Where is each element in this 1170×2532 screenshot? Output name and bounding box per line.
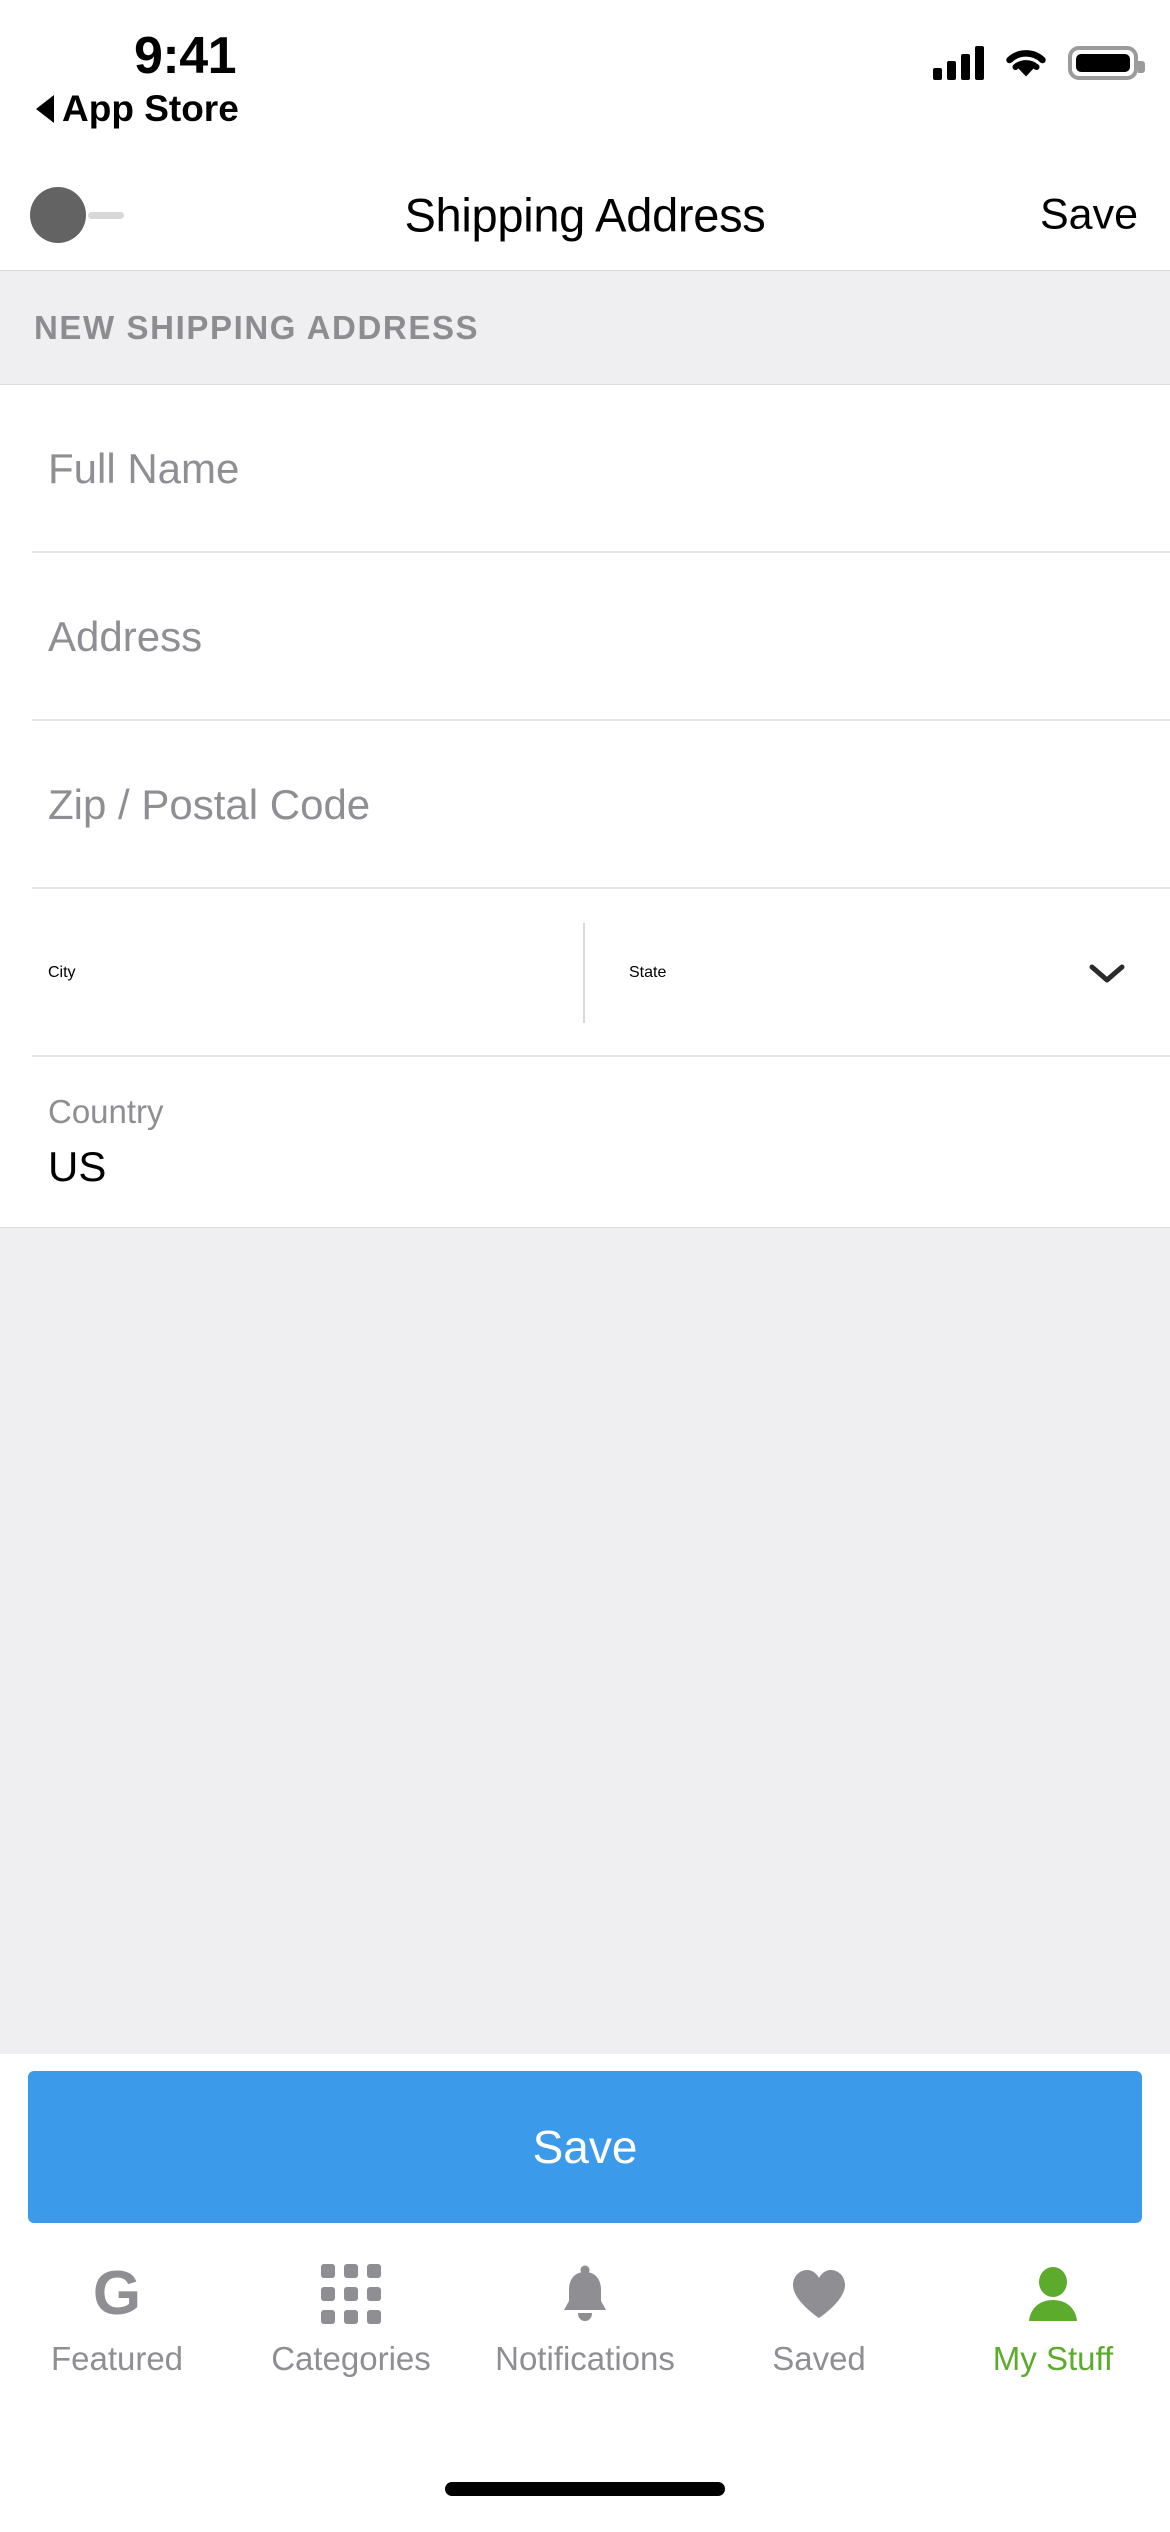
cellular-signal-icon bbox=[933, 46, 984, 80]
tab-featured[interactable]: G Featured bbox=[0, 2262, 234, 2378]
nav-save-button[interactable]: Save bbox=[1040, 191, 1138, 240]
heart-icon bbox=[790, 2262, 848, 2326]
state-placeholder: State bbox=[629, 964, 667, 981]
tab-notifications-label: Notifications bbox=[495, 2340, 675, 2377]
shipping-address-form: Full Name Address Zip / Postal Code City… bbox=[0, 385, 1170, 1227]
battery-full-icon bbox=[1068, 46, 1145, 80]
empty-content-area bbox=[0, 1227, 1170, 2054]
tab-my-stuff-label: My Stuff bbox=[992, 2340, 1114, 2377]
back-to-app-store-button[interactable]: App Store bbox=[36, 88, 239, 130]
full-name-field[interactable]: Full Name bbox=[0, 385, 1170, 553]
tab-my-stuff[interactable]: My Stuff bbox=[936, 2262, 1170, 2378]
tab-saved[interactable]: Saved bbox=[702, 2262, 936, 2378]
person-icon bbox=[1026, 2262, 1080, 2326]
zip-postal-code-placeholder: Zip / Postal Code bbox=[48, 781, 371, 828]
back-to-app-store-label: App Store bbox=[62, 88, 239, 129]
zip-postal-code-field[interactable]: Zip / Postal Code bbox=[0, 721, 1170, 889]
tab-saved-label: Saved bbox=[772, 2340, 866, 2377]
g-logo-icon: G bbox=[92, 2259, 142, 2328]
country-field[interactable]: Country US bbox=[0, 1057, 1170, 1227]
address-field[interactable]: Address bbox=[0, 553, 1170, 721]
section-header: NEW SHIPPING ADDRESS bbox=[0, 270, 1170, 385]
wifi-icon bbox=[1004, 46, 1048, 80]
save-button-container: Save bbox=[0, 2054, 1170, 2240]
tab-featured-label: Featured bbox=[50, 2340, 184, 2377]
tab-bar: G Featured Categories Notifications Save… bbox=[0, 2240, 1170, 2420]
country-value: US bbox=[48, 1143, 107, 1190]
tab-categories-label: Categories bbox=[271, 2340, 431, 2377]
home-indicator-area bbox=[0, 2420, 1170, 2532]
home-indicator-bar[interactable] bbox=[445, 2482, 725, 2496]
app-screen: 9:41 App Store Shipping Address Save NEW… bbox=[0, 0, 1170, 2532]
bell-icon bbox=[559, 2262, 611, 2326]
full-name-placeholder: Full Name bbox=[48, 445, 240, 492]
tab-notifications[interactable]: Notifications bbox=[468, 2262, 702, 2378]
status-bar: 9:41 App Store bbox=[0, 0, 1170, 160]
address-placeholder: Address bbox=[48, 613, 203, 660]
save-button[interactable]: Save bbox=[28, 2071, 1142, 2223]
page-title: Shipping Address bbox=[404, 188, 766, 242]
chevron-down-icon bbox=[1088, 962, 1126, 984]
section-header-label: NEW SHIPPING ADDRESS bbox=[34, 308, 480, 346]
city-placeholder: City bbox=[48, 964, 76, 981]
grid-icon bbox=[321, 2262, 381, 2326]
status-bar-time: 9:41 bbox=[134, 27, 237, 85]
navigation-bar: Shipping Address Save bbox=[0, 160, 1170, 270]
back-triangle-icon bbox=[36, 95, 54, 123]
tab-categories[interactable]: Categories bbox=[234, 2262, 468, 2378]
state-dropdown[interactable]: State bbox=[585, 889, 1170, 1057]
status-bar-indicators bbox=[933, 46, 1145, 80]
city-state-row: City State bbox=[0, 889, 1170, 1057]
city-field[interactable]: City bbox=[0, 889, 585, 1057]
country-label: Country bbox=[48, 1093, 164, 1130]
